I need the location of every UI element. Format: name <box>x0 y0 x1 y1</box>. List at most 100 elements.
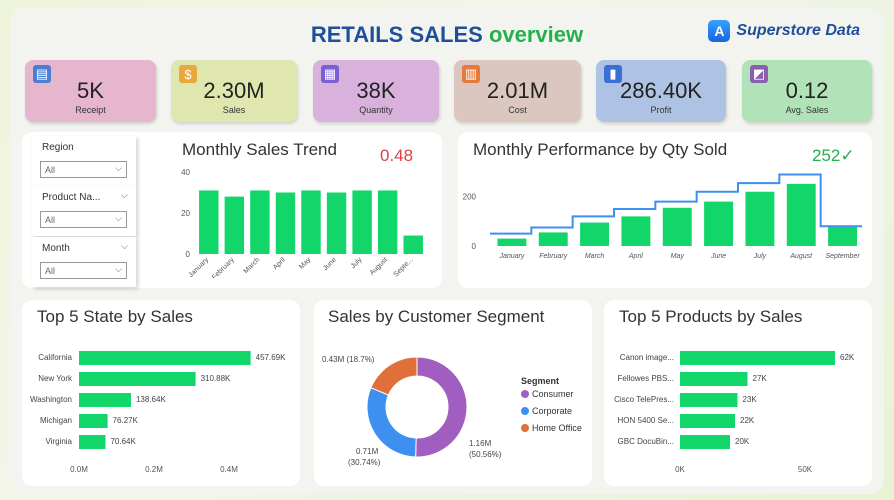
legend-marker <box>521 424 529 432</box>
bar <box>250 190 270 254</box>
bar <box>403 235 423 254</box>
y-tick-label: 0 <box>186 250 191 259</box>
bar <box>352 190 372 254</box>
pie-slice <box>415 356 468 458</box>
x-tick-label: July <box>350 256 364 270</box>
data-label: 22K <box>740 416 755 425</box>
kpi-card-sales[interactable]: $ 2.30M Sales <box>171 60 297 122</box>
kpi-card-avg-sales[interactable]: ◩ 0.12 Avg. Sales <box>742 60 872 122</box>
slice-label: (50.56%) <box>469 450 502 459</box>
bar <box>326 192 347 254</box>
kpi-value: 2.30M <box>203 78 265 103</box>
kpi-card-cost[interactable]: ▥ 2.01M Cost <box>454 60 581 122</box>
category-label: Washington <box>30 395 72 404</box>
data-label: 62K <box>840 353 855 362</box>
top-states-title: Top 5 State by Sales <box>37 307 193 326</box>
chevron-down-icon: ⌵ <box>115 264 122 274</box>
top-states-chart: California 457.69K New York 310.88K Washingt… <box>30 351 286 474</box>
slicer-month[interactable]: Month ⌵ All ⌵ <box>32 237 136 287</box>
bar <box>680 393 738 407</box>
data-label: 76.27K <box>113 416 139 425</box>
kpi-card-receipt[interactable]: ▤ 5K Receipt <box>25 60 156 122</box>
qty-performance-chart: 0 200 January February March April May June July… <box>463 173 862 260</box>
title-main: RETAILS SALES <box>310 22 483 47</box>
kpi-label: Quantity <box>359 105 393 115</box>
bar <box>301 190 321 254</box>
bar <box>79 372 196 386</box>
kpi-card-profit[interactable]: ▮ 286.40K Profit <box>596 60 726 122</box>
top-products-title: Top 5 Products by Sales <box>619 307 803 326</box>
x-tick-label: Septe... <box>393 256 415 278</box>
category-label: Michigan <box>40 416 72 425</box>
category-label: Fellowes PBS... <box>618 374 674 383</box>
bar <box>79 393 131 407</box>
data-label: 457.69K <box>256 353 286 362</box>
y-tick-label: 0 <box>472 242 477 251</box>
bar <box>580 222 610 246</box>
x-tick-label: March <box>585 253 605 260</box>
x-tick-label: September <box>825 253 860 260</box>
x-tick-label: January <box>188 256 211 278</box>
segment-chart: 0.43M (18.7%) 1.16M (50.56%) 0.71M (30.74%) S… <box>322 355 582 467</box>
category-label: Canon image... <box>620 353 674 362</box>
data-label: 310.88K <box>201 374 231 383</box>
kpi-value: 38K <box>356 78 396 103</box>
x-tick-label: 0K <box>675 465 685 474</box>
monthly-sales-kpi: 0.48 <box>380 146 414 165</box>
kpi-value: 0.12 <box>785 78 829 103</box>
month-dropdown[interactable]: All ⌵ <box>40 262 127 279</box>
bar <box>79 351 251 365</box>
x-tick-label: 0.0M <box>70 465 88 474</box>
segment-title: Sales by Customer Segment <box>328 307 545 326</box>
monthly-sales-chart: 0 20 40 January February March April May June Jul… <box>181 168 423 278</box>
monthly-sales-title: Monthly Sales Trend <box>182 140 337 159</box>
y-tick-label: 40 <box>181 168 190 177</box>
bar <box>680 435 730 449</box>
category-label: HON 5400 Se... <box>618 416 674 425</box>
bar <box>680 414 735 428</box>
slicer-product-name[interactable]: Product Na... ⌵ All ⌵ <box>32 186 136 236</box>
x-tick-label: May <box>671 253 685 260</box>
x-tick-label: January <box>498 253 524 260</box>
category-label: Virginia <box>45 437 72 446</box>
kpi-label: Cost <box>508 105 527 115</box>
legend-title: Segment <box>521 376 559 386</box>
qty-performance-title: Monthly Performance by Qty Sold <box>473 140 728 159</box>
chevron-down-icon[interactable]: ⌵ <box>121 241 128 252</box>
bar <box>79 414 108 428</box>
bar <box>745 191 775 246</box>
slicer-label: Month <box>42 243 70 254</box>
chevron-down-icon: ⌵ <box>115 213 122 223</box>
bar <box>79 435 106 449</box>
x-tick-label: April <box>628 253 643 260</box>
y-tick-label: 200 <box>463 193 477 202</box>
kpi-label: Profit <box>650 105 672 115</box>
pie-slice <box>370 356 418 396</box>
x-tick-label: February <box>211 256 236 278</box>
legend-item: Corporate <box>532 406 572 416</box>
slicer-label: Region <box>42 142 74 153</box>
bar <box>828 226 858 246</box>
product-dropdown[interactable]: All ⌵ <box>40 211 127 228</box>
brand: A Superstore Data <box>708 20 860 42</box>
title-accent: overview <box>488 22 584 47</box>
x-tick-label: August <box>369 256 389 276</box>
data-label: 27K <box>753 374 768 383</box>
data-label: 70.64K <box>110 437 136 446</box>
x-tick-label: June <box>322 256 338 272</box>
bar <box>704 201 734 246</box>
bar <box>377 190 398 254</box>
bar <box>786 183 816 246</box>
slicer-region[interactable]: Region All ⌵ <box>32 136 136 186</box>
x-tick-label: 0.2M <box>145 465 163 474</box>
bar <box>275 192 296 254</box>
chevron-down-icon[interactable]: ⌵ <box>121 190 128 201</box>
category-label: Cisco TelePres... <box>614 395 674 404</box>
app-store-icon: A <box>708 20 731 42</box>
region-dropdown[interactable]: All ⌵ <box>40 161 127 178</box>
x-tick-label: May <box>298 256 313 271</box>
legend-marker <box>521 390 529 398</box>
x-tick-label: 50K <box>798 465 813 474</box>
legend-item: Home Office <box>532 423 582 433</box>
kpi-card-quantity[interactable]: ▦ 38K Quantity <box>313 60 439 122</box>
